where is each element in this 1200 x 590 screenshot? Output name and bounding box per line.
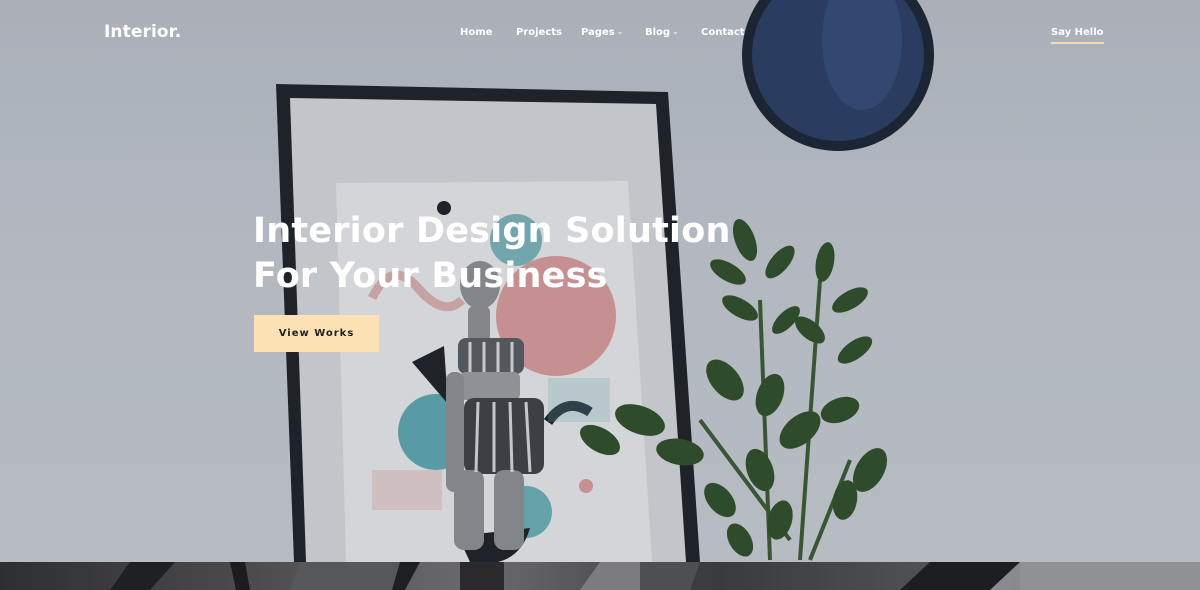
- nav-item-home[interactable]: Home: [460, 27, 492, 38]
- hero-title: Interior Design Solution For Your Busine…: [253, 209, 773, 299]
- next-section-image: [110, 562, 1200, 590]
- chevron-down-icon: ⌄: [672, 27, 679, 36]
- nav-item-label: Projects: [516, 27, 563, 38]
- hero-title-line-2: For Your Business: [253, 256, 608, 296]
- say-hello-link[interactable]: Say Hello: [1051, 27, 1104, 44]
- site-logo[interactable]: Interior.: [104, 22, 181, 42]
- chevron-down-icon: ⌄: [616, 27, 624, 36]
- nav-item-projects[interactable]: Projects: [516, 27, 562, 38]
- nav-item-label: Home: [460, 27, 493, 38]
- nav-item-pages[interactable]: Pages ⌄: [581, 27, 623, 38]
- nav-item-blog[interactable]: Blog ⌄: [645, 27, 679, 38]
- hero-title-line-1: Interior Design Solution: [253, 211, 731, 251]
- nav-item-contact[interactable]: Contact: [701, 27, 745, 38]
- hero-section: Interior. Home Projects Pages ⌄ Blog ⌄ Con…: [0, 0, 1200, 562]
- view-works-button[interactable]: View Works: [254, 315, 379, 352]
- nav-item-label: Contact: [701, 27, 745, 38]
- nav-item-label: Pages: [581, 27, 615, 38]
- nav-item-label: Blog: [645, 27, 671, 38]
